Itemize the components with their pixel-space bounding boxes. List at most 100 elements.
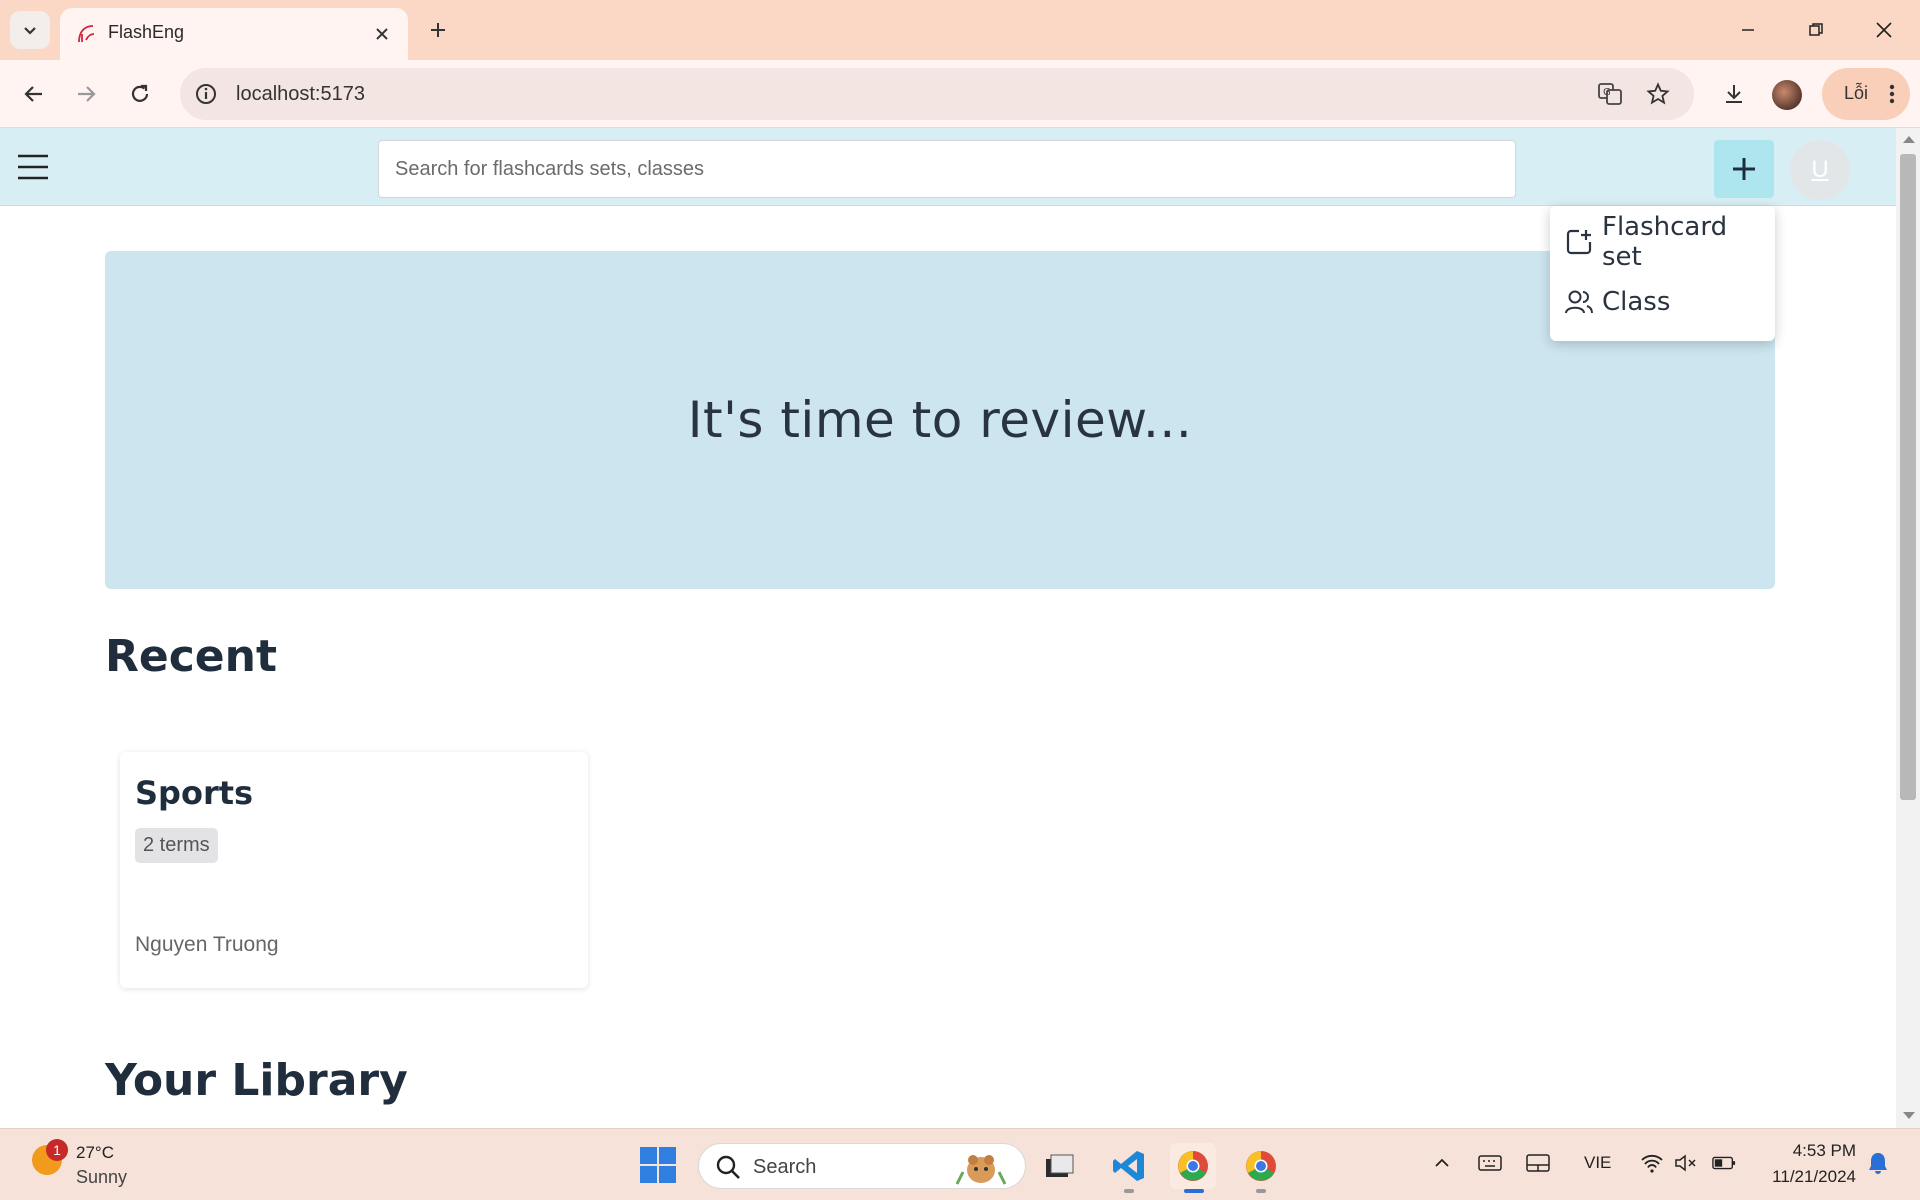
arrow-right-icon xyxy=(78,86,96,102)
terms-badge: 2 terms xyxy=(135,828,218,863)
battery-button[interactable] xyxy=(1712,1151,1736,1175)
battery-icon xyxy=(1712,1156,1736,1170)
close-icon xyxy=(376,28,388,40)
taskbar-app-chrome-profile[interactable] xyxy=(1238,1143,1284,1189)
language-indicator[interactable]: VIE xyxy=(1584,1153,1611,1173)
library-section-title: Your Library xyxy=(105,1055,408,1106)
downloads-button[interactable] xyxy=(1716,76,1752,112)
close-window-button[interactable] xyxy=(1860,10,1908,50)
page-scrollbar[interactable] xyxy=(1896,128,1920,1128)
user-initial: U xyxy=(1811,156,1829,183)
wifi-icon xyxy=(1641,1154,1663,1173)
back-button[interactable] xyxy=(14,74,54,114)
main-content: It's time to review... Recent Sports 2 t… xyxy=(0,207,1896,1127)
taskbar-search[interactable]: Search xyxy=(698,1143,1026,1189)
clock-time[interactable]: 4:53 PM xyxy=(1790,1141,1856,1161)
svg-text:G: G xyxy=(1603,87,1611,98)
translate-icon: G xyxy=(1598,83,1622,105)
windows-logo-pane xyxy=(659,1147,676,1164)
scroll-down-arrow-icon[interactable] xyxy=(1903,1112,1915,1119)
start-button[interactable] xyxy=(640,1147,676,1183)
notifications-button[interactable] xyxy=(1866,1151,1890,1175)
card-author: Nguyen Truong xyxy=(135,933,279,956)
restore-icon xyxy=(1809,23,1823,36)
browser-toolbar: localhost:5173 G Lỗi xyxy=(0,60,1920,128)
menu-icon[interactable] xyxy=(16,152,50,182)
keyboard-button[interactable] xyxy=(1478,1151,1502,1175)
keyboard-icon xyxy=(1478,1155,1502,1171)
wifi-button[interactable] xyxy=(1640,1151,1664,1175)
browser-tab-active[interactable]: FlashEng xyxy=(60,8,408,60)
star-icon xyxy=(1646,82,1670,105)
tab-close-button[interactable] xyxy=(370,22,394,46)
bell-icon xyxy=(1869,1153,1887,1174)
windows-logo-pane xyxy=(659,1166,676,1183)
taskbar-search-label: Search xyxy=(753,1156,817,1178)
taskbar-app-chrome[interactable] xyxy=(1170,1143,1216,1189)
search-icon xyxy=(716,1155,740,1179)
profile-avatar[interactable] xyxy=(1772,80,1802,110)
menu-item-flashcard-set[interactable]: Flashcard set xyxy=(1564,212,1775,272)
menu-item-class[interactable]: Class xyxy=(1564,282,1670,322)
restore-button[interactable] xyxy=(1792,10,1840,50)
volume-button[interactable] xyxy=(1674,1151,1698,1175)
scroll-up-arrow-icon[interactable] xyxy=(1903,136,1915,143)
translate-button[interactable]: G xyxy=(1596,80,1624,108)
download-icon xyxy=(1726,85,1742,103)
taskbar-app-vscode[interactable] xyxy=(1106,1143,1152,1189)
minimize-button[interactable] xyxy=(1724,10,1772,50)
forward-button[interactable] xyxy=(66,74,106,114)
volume-muted-icon xyxy=(1675,1154,1696,1172)
running-indicator xyxy=(1124,1189,1134,1193)
tab-search-button[interactable] xyxy=(10,11,50,49)
users-icon xyxy=(1564,287,1594,317)
chevron-up-icon xyxy=(1435,1158,1449,1167)
chevron-down-icon xyxy=(24,27,36,35)
menu-item-label: Class xyxy=(1602,287,1671,317)
app-header: U xyxy=(0,128,1896,206)
bookmark-button[interactable] xyxy=(1644,80,1672,108)
minimize-icon xyxy=(1742,29,1754,31)
tab-title: FlashEng xyxy=(108,22,185,42)
flasheng-favicon-icon xyxy=(78,25,95,43)
create-button[interactable] xyxy=(1714,140,1774,198)
flashcard-set-card[interactable]: Sports 2 terms Nguyen Truong xyxy=(120,752,588,988)
review-banner: It's time to review... xyxy=(105,251,1775,589)
reload-button[interactable] xyxy=(120,74,160,114)
browser-tab-bar: FlashEng xyxy=(0,0,1920,60)
menu-item-label: Flashcard set xyxy=(1601,212,1728,272)
active-indicator xyxy=(1184,1189,1204,1193)
windows-logo-pane xyxy=(640,1147,657,1164)
close-icon xyxy=(1876,22,1892,38)
search-input[interactable] xyxy=(378,140,1516,198)
profile-error-button[interactable]: Lỗi xyxy=(1822,68,1910,120)
plus-icon xyxy=(1733,158,1755,180)
plus-icon xyxy=(431,23,445,37)
user-avatar[interactable]: U xyxy=(1790,140,1850,200)
address-bar[interactable]: localhost:5173 G xyxy=(180,68,1694,120)
notification-badge: 1 xyxy=(46,1139,68,1161)
vscode-icon xyxy=(1113,1151,1144,1181)
weather-description: Sunny xyxy=(76,1167,128,1187)
clock-date[interactable]: 11/21/2024 xyxy=(1760,1167,1856,1187)
profile-error-label: Lỗi xyxy=(1844,83,1869,103)
taskbar-app-file-explorer[interactable] xyxy=(1036,1143,1082,1189)
new-tab-button[interactable] xyxy=(422,14,454,46)
weather-temperature: 27°C xyxy=(76,1143,114,1162)
show-hidden-icons-button[interactable] xyxy=(1430,1151,1454,1175)
more-vertical-icon xyxy=(1889,84,1895,104)
reload-icon xyxy=(131,84,149,102)
running-indicator xyxy=(1256,1189,1266,1193)
create-dropdown-menu: Flashcard set Class xyxy=(1550,206,1775,341)
recent-section-title: Recent xyxy=(105,631,278,682)
scrollbar-thumb[interactable] xyxy=(1900,154,1916,800)
url-text: localhost:5173 xyxy=(236,83,365,105)
site-info-icon[interactable] xyxy=(194,82,218,106)
touchpad-icon xyxy=(1526,1154,1550,1172)
file-explorer-icon xyxy=(1046,1154,1074,1177)
touchpad-button[interactable] xyxy=(1526,1151,1550,1175)
search-highlight-icon xyxy=(955,1155,1007,1185)
chrome-icon xyxy=(1178,1151,1208,1181)
arrow-left-icon xyxy=(24,86,42,102)
review-banner-text: It's time to review... xyxy=(687,391,1193,449)
